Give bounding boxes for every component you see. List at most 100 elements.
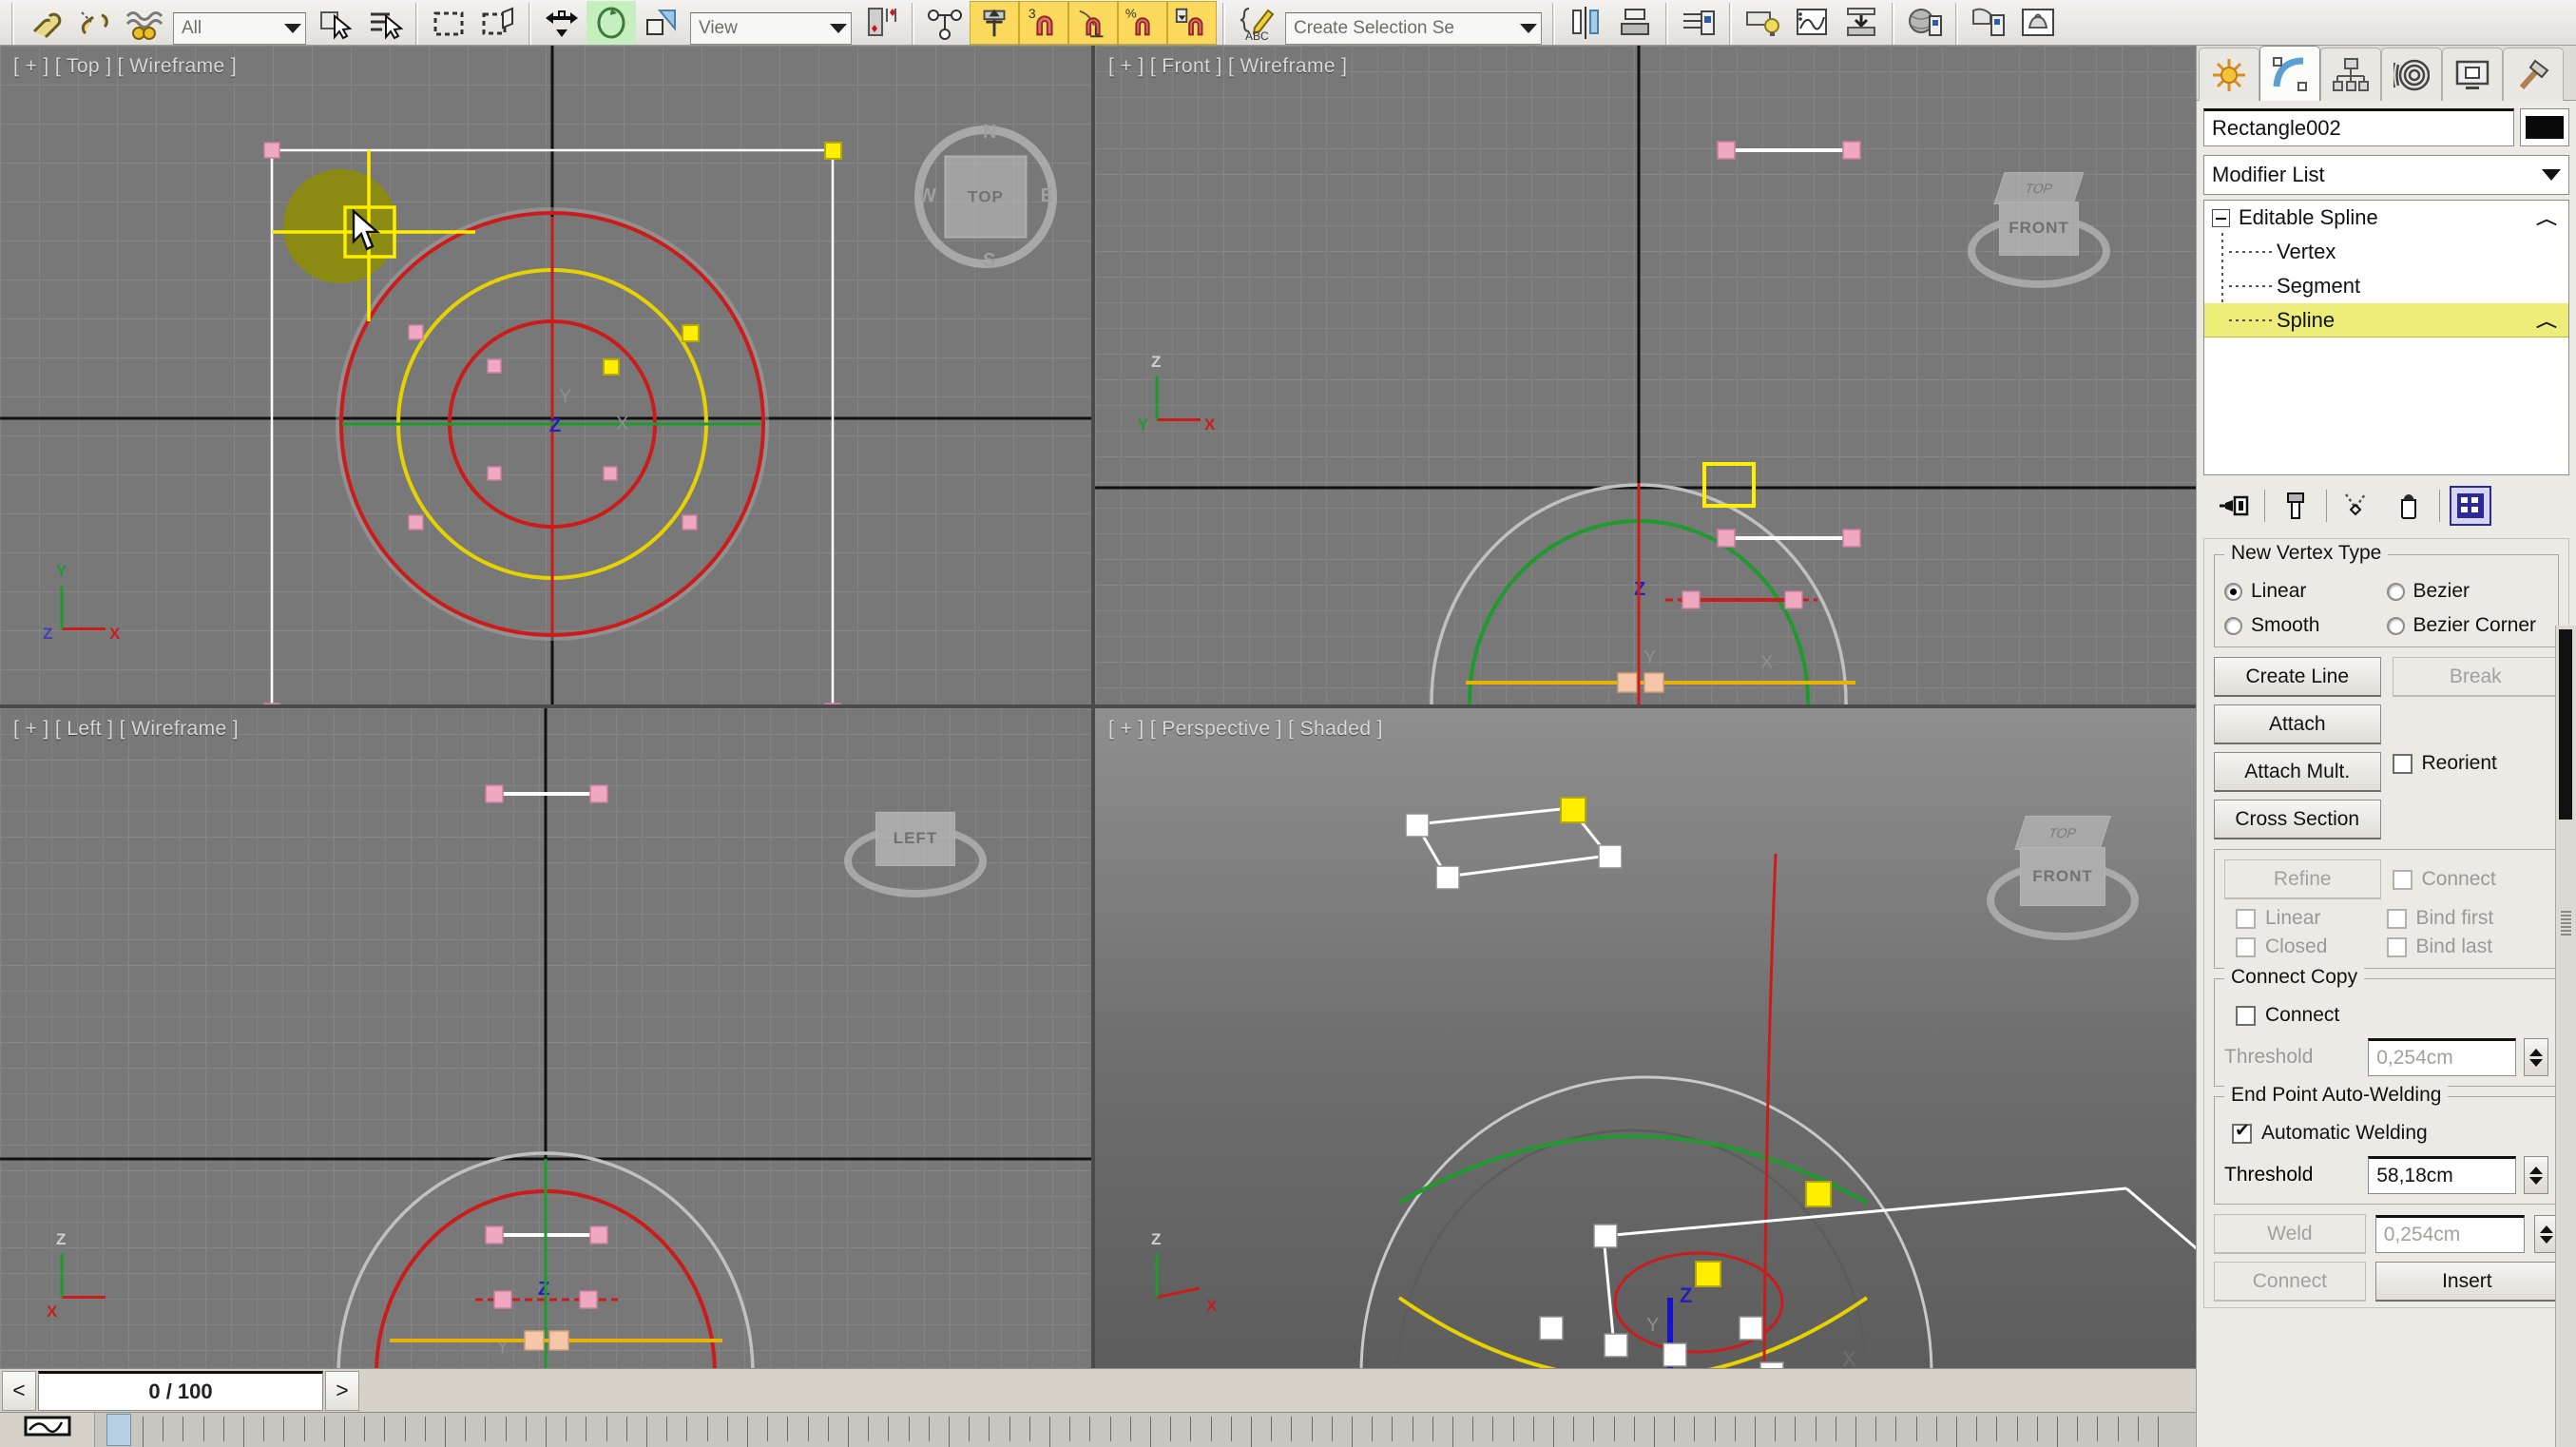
viewport-perspective[interactable]: Z Y X: [1095, 708, 2196, 1368]
scrollbar-thumb[interactable]: [2559, 629, 2572, 820]
select-object-button[interactable]: [311, 1, 360, 45]
radio-linear[interactable]: Linear: [2224, 580, 2387, 603]
svg-text:Y: Y: [1644, 647, 1656, 668]
collapse-icon[interactable]: [2212, 209, 2230, 227]
end-point-auto-welding-group: End Point Auto-Welding Automatic Welding…: [2214, 1096, 2559, 1205]
viewport-front[interactable]: Z Y X [ + ] [ Front ] [ Wireframe ] Z: [1095, 46, 2196, 704]
select-by-name-button[interactable]: [360, 1, 410, 45]
viewcube-left[interactable]: LEFT: [844, 781, 987, 902]
track-tick: [1432, 1417, 1433, 1441]
schematic-view-button[interactable]: [1836, 1, 1886, 45]
object-name-field[interactable]: Rectangle002: [2203, 108, 2514, 146]
stack-item-editable-spline[interactable]: Editable Spline ︿: [2204, 201, 2568, 235]
tab-utilities[interactable]: [2503, 48, 2564, 101]
spinner-snap-button[interactable]: [1167, 1, 1217, 45]
automatic-welding-checkbox[interactable]: Automatic Welding: [2224, 1122, 2548, 1145]
viewport-top[interactable]: Y X Z: [0, 46, 1091, 704]
modifier-list-combo[interactable]: Modifier List: [2203, 155, 2569, 195]
window-crossing-button[interactable]: [473, 1, 523, 45]
object-color-swatch[interactable]: [2520, 108, 2569, 146]
viewcube-top-face[interactable]: TOP: [945, 156, 1028, 239]
track-tick: [1089, 1417, 1090, 1441]
weld-threshold-field[interactable]: 0,254cm: [2375, 1215, 2525, 1253]
frame-readout[interactable]: 0 / 100: [38, 1371, 323, 1411]
connect-copy-threshold-field[interactable]: 0,254cm: [2368, 1038, 2516, 1076]
attach-button[interactable]: Attach: [2214, 704, 2381, 744]
connect-copy-threshold-spinner[interactable]: [2524, 1038, 2548, 1076]
viewcube-top-face[interactable]: TOP: [2014, 816, 2110, 850]
curve-editor-button[interactable]: [1787, 1, 1836, 45]
previous-frame-button[interactable]: <: [2, 1371, 36, 1411]
reorient-checkbox[interactable]: Reorient: [2393, 752, 2560, 775]
stack-item-segment[interactable]: Segment: [2204, 269, 2568, 303]
welding-threshold-field[interactable]: 58,18cm: [2368, 1156, 2516, 1194]
pin-stack-button[interactable]: [2213, 486, 2255, 526]
modifier-stack[interactable]: Editable Spline ︿ Vertex Segment Spline …: [2203, 200, 2569, 475]
named-selection-sets-combo[interactable]: Create Selection Se: [1285, 12, 1542, 45]
layer-manager-button[interactable]: [1674, 1, 1723, 45]
render-setup-button[interactable]: [1964, 1, 2013, 45]
cross-section-button[interactable]: Cross Section: [2214, 800, 2381, 839]
align-button[interactable]: [1610, 1, 1660, 45]
time-playhead[interactable]: [106, 1414, 131, 1446]
command-panel-scrollbar[interactable]: [2555, 626, 2576, 1447]
select-and-move-button[interactable]: [537, 1, 586, 45]
select-and-rotate-button[interactable]: [586, 1, 636, 45]
svg-text:Z: Z: [1680, 1283, 1692, 1307]
radio-bezier[interactable]: Bezier: [2387, 580, 2549, 603]
tab-display[interactable]: [2442, 48, 2503, 101]
next-frame-button[interactable]: >: [325, 1371, 359, 1411]
track-tick: [949, 1417, 950, 1447]
tab-hierarchy[interactable]: [2320, 48, 2381, 101]
light-lister-button[interactable]: [1738, 1, 1787, 45]
snaps-toggle-button[interactable]: [970, 1, 1019, 45]
radio-bezier-corner[interactable]: Bezier Corner: [2387, 614, 2549, 637]
insert-button[interactable]: Insert: [2375, 1262, 2559, 1302]
reference-coordinate-system-combo[interactable]: View: [690, 12, 852, 45]
viewcube-left-face[interactable]: LEFT: [875, 812, 955, 865]
remove-modifier-button[interactable]: [2388, 486, 2430, 526]
select-and-scale-button[interactable]: [636, 1, 685, 45]
viewcube-front-face[interactable]: FRONT: [1999, 202, 2079, 256]
viewcube-front[interactable]: TOP FRONT: [1968, 169, 2110, 293]
selection-filter-combo[interactable]: All: [173, 12, 306, 45]
percent-snap-button[interactable]: %: [1118, 1, 1167, 45]
viewcube-perspective[interactable]: TOP FRONT: [1987, 813, 2139, 946]
select-and-link-button[interactable]: [20, 1, 69, 45]
make-unique-button[interactable]: [2336, 486, 2378, 526]
magnet-3d-icon-button[interactable]: 3: [1019, 1, 1068, 45]
closed-checkbox: Closed: [2224, 936, 2387, 958]
unlink-selection-button[interactable]: [69, 1, 119, 45]
edit-named-selection-button[interactable]: ABC: [1231, 1, 1280, 45]
create-line-button[interactable]: Create Line: [2214, 657, 2381, 697]
open-mini-curve-editor-button[interactable]: [0, 1413, 95, 1447]
render-frame-button[interactable]: [2013, 1, 2063, 45]
tab-motion[interactable]: [2381, 48, 2442, 101]
tab-create[interactable]: [2199, 48, 2259, 101]
welding-threshold-spinner[interactable]: [2524, 1156, 2548, 1194]
configure-modifier-sets-button[interactable]: [2450, 486, 2491, 526]
use-pivot-center-button[interactable]: [856, 1, 906, 45]
mirror-button[interactable]: [1561, 1, 1610, 45]
radio-smooth[interactable]: Smooth: [2224, 614, 2387, 637]
bind-to-space-warp-button[interactable]: [119, 1, 168, 45]
viewcube-front-face[interactable]: FRONT: [2020, 847, 2105, 906]
scrollbar-grip[interactable]: [2561, 911, 2571, 936]
show-end-result-button[interactable]: [2275, 486, 2316, 526]
track-tick: [686, 1417, 687, 1441]
main-toolbar: All: [0, 0, 2576, 46]
tab-modify[interactable]: [2259, 46, 2320, 101]
viewcube-top-face[interactable]: TOP: [1994, 172, 2085, 204]
svg-text:Z: Z: [549, 415, 561, 436]
material-editor-button[interactable]: [1900, 1, 1950, 45]
rectangular-region-button[interactable]: [424, 1, 473, 45]
angle-snap-button[interactable]: [1068, 1, 1118, 45]
connect-copy-checkbox[interactable]: Connect: [2224, 1004, 2548, 1027]
select-and-manipulate-button[interactable]: [920, 1, 970, 45]
track-bar-ruler[interactable]: [95, 1413, 2196, 1447]
stack-item-spline[interactable]: Spline ︿: [2204, 303, 2568, 338]
viewport-left[interactable]: Z Y [ + ] [ Left ] [ Wireframe ] Z X: [0, 708, 1091, 1368]
attach-mult-button[interactable]: Attach Mult.: [2214, 752, 2381, 792]
stack-item-vertex[interactable]: Vertex: [2204, 235, 2568, 269]
viewcube-top[interactable]: N W E S TOP: [914, 125, 1057, 268]
